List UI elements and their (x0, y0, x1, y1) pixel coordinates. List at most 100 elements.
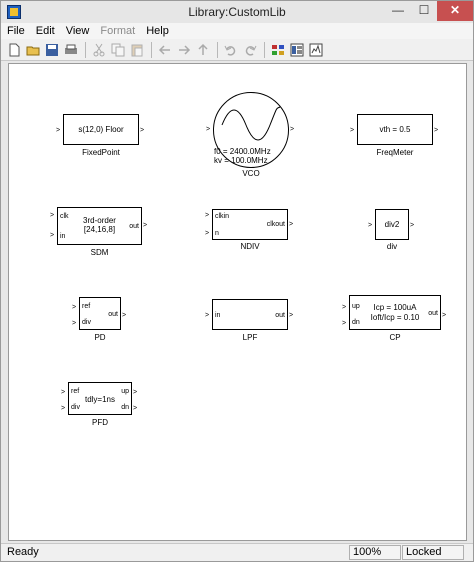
input-port-arrow: > (61, 389, 66, 396)
caption-pfd: PFD (92, 418, 108, 427)
block-freqmeter[interactable]: vth = 0.5 (357, 114, 433, 145)
toolbar-separator (264, 41, 265, 58)
input-port-arrow: > (61, 405, 66, 412)
copy-icon[interactable] (109, 41, 127, 59)
input-port-arrow: > (50, 232, 55, 239)
minimize-button[interactable]: — (385, 1, 411, 21)
toolbar (1, 39, 473, 61)
caption-ndiv: NDIV (240, 242, 260, 251)
input-port-arrow: > (56, 127, 61, 134)
block-pfd[interactable]: ref div tdly=1ns up dn (68, 382, 132, 415)
sine-wave-icon (221, 106, 281, 141)
caption-pd: PD (94, 333, 106, 342)
ndiv-port-n: n (215, 230, 219, 237)
menu-format[interactable]: Format (100, 25, 135, 37)
title-bar: Library:CustomLib — ☐ ✕ (1, 1, 473, 23)
toolbar-separator (217, 41, 218, 58)
fixedpoint-text: s(12,0) Floor (78, 125, 124, 134)
caption-div: div (386, 242, 398, 251)
redo-icon[interactable] (241, 41, 259, 59)
block-vco[interactable]: f0 = 2400.0MHz kv = 100.0MHz (213, 92, 289, 168)
status-text: Ready (7, 546, 39, 558)
cp-port-out: out (428, 310, 438, 317)
block-div[interactable]: div2 (375, 209, 409, 240)
close-button[interactable]: ✕ (437, 1, 473, 21)
menu-view[interactable]: View (66, 25, 90, 37)
model-explorer-icon[interactable] (288, 41, 306, 59)
div-text: div2 (384, 220, 400, 229)
lock-status[interactable]: Locked (402, 545, 464, 560)
cut-icon[interactable] (90, 41, 108, 59)
caption-cp: CP (389, 333, 401, 342)
input-port-arrow: > (50, 212, 55, 219)
print-icon[interactable] (62, 41, 80, 59)
block-pd[interactable]: ref div out (79, 297, 121, 330)
vco-kv: kv = 100.0MHz (214, 156, 268, 165)
cp-port-up: up (352, 303, 360, 310)
zoom-level[interactable]: 100% (349, 545, 401, 560)
pd-port-div: div (82, 319, 91, 326)
pfd-port-up: up (121, 388, 129, 395)
freqmeter-text: vth = 0.5 (379, 125, 411, 134)
caption-vco: VCO (242, 169, 260, 178)
menu-file[interactable]: File (7, 25, 25, 37)
input-port-arrow: > (72, 320, 77, 327)
lpf-port-in: in (215, 312, 221, 319)
library-browser-icon[interactable] (269, 41, 287, 59)
toolbar-separator (151, 41, 152, 58)
undo-icon[interactable] (222, 41, 240, 59)
output-port-arrow: > (143, 222, 148, 229)
menu-bar: File Edit View Format Help (1, 23, 473, 39)
lpf-port-out: out (275, 312, 285, 319)
caption-freqmeter: FreqMeter (376, 148, 414, 157)
library-window: Library:CustomLib — ☐ ✕ File Edit View F… (0, 0, 474, 562)
block-ndiv[interactable]: clkin n clkout (212, 209, 288, 240)
paste-icon[interactable] (128, 41, 146, 59)
output-port-arrow: > (434, 127, 439, 134)
input-port-arrow: > (206, 126, 211, 133)
cp-port-dn: dn (352, 319, 360, 326)
debugger-icon[interactable] (307, 41, 325, 59)
ndiv-port-clkin: clkin (215, 213, 230, 220)
caption-lpf: LPF (242, 333, 258, 342)
caption-fixedpoint: FixedPoint (82, 148, 120, 157)
library-canvas[interactable]: > s(12,0) Floor > FixedPoint f0 = 2400.0… (8, 63, 467, 541)
block-cp[interactable]: up dn Icp = 100uA Ioft/Icp = 0.10 out (349, 295, 441, 330)
block-sdm[interactable]: clk in 3rd-order [24,16,8] out (57, 207, 142, 245)
back-icon[interactable] (156, 41, 174, 59)
pd-port-out: out (108, 311, 118, 318)
cp-text-icp: Icp = 100uA (373, 303, 417, 312)
pd-port-ref: ref (82, 303, 91, 310)
menu-edit[interactable]: Edit (36, 25, 55, 37)
save-icon[interactable] (43, 41, 61, 59)
input-port-arrow: > (205, 230, 210, 237)
output-port-arrow: > (410, 222, 415, 229)
output-port-arrow: > (289, 312, 294, 319)
menu-help[interactable]: Help (146, 25, 169, 37)
output-port-arrow: > (290, 126, 295, 133)
input-port-arrow: > (342, 320, 347, 327)
forward-icon[interactable] (175, 41, 193, 59)
input-port-arrow: > (72, 304, 77, 311)
output-port-arrow: > (289, 221, 294, 228)
block-fixedpoint[interactable]: s(12,0) Floor (63, 114, 139, 145)
sdm-port-out: out (129, 223, 139, 230)
output-port-arrow: > (122, 312, 127, 319)
output-port-arrow: > (442, 312, 447, 319)
output-port-arrow: > (133, 389, 138, 396)
pfd-port-dn: dn (121, 404, 129, 411)
status-bar: Ready 100% Locked (1, 543, 473, 561)
maximize-button[interactable]: ☐ (411, 1, 437, 21)
up-icon[interactable] (194, 41, 212, 59)
new-icon[interactable] (5, 41, 23, 59)
input-port-arrow: > (205, 312, 210, 319)
input-port-arrow: > (368, 222, 373, 229)
ndiv-port-clkout: clkout (266, 221, 285, 228)
input-port-arrow: > (342, 304, 347, 311)
open-icon[interactable] (24, 41, 42, 59)
block-lpf[interactable]: in out (212, 299, 288, 330)
caption-sdm: SDM (90, 248, 109, 257)
output-port-arrow: > (140, 127, 145, 134)
input-port-arrow: > (350, 127, 355, 134)
cp-text-ioft: Ioft/Icp = 0.10 (370, 313, 420, 322)
